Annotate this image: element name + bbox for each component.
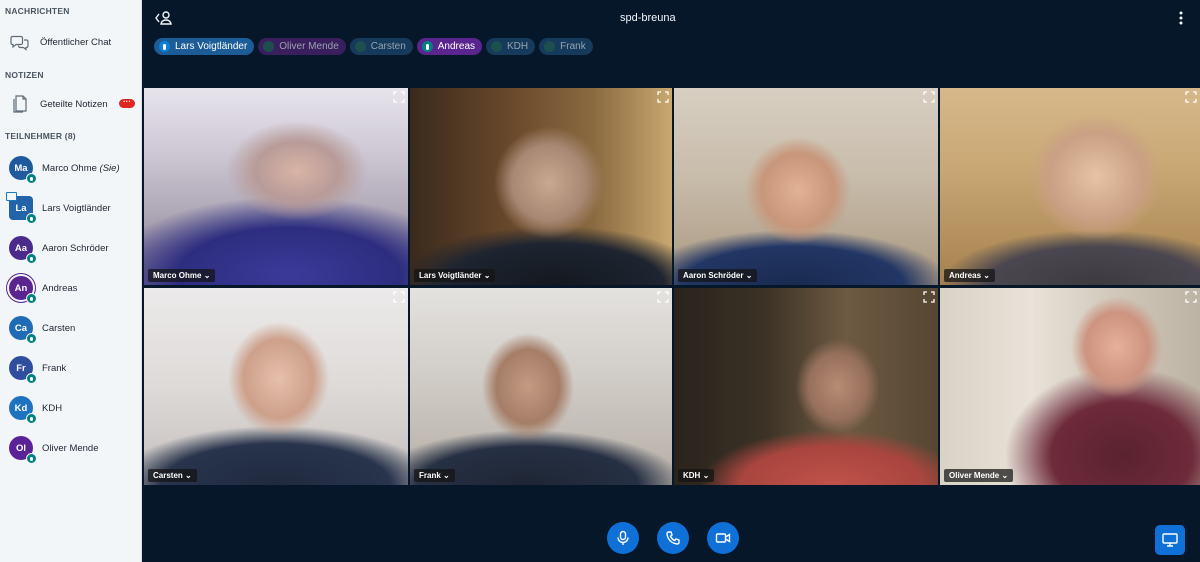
video-feed [940, 88, 1200, 285]
sidebar: NACHRICHTEN Öffentlicher Chat NOTIZEN Ge… [0, 0, 142, 562]
fullscreen-icon[interactable] [392, 290, 406, 304]
fullscreen-icon[interactable] [656, 290, 670, 304]
avatar: Kd [9, 396, 37, 424]
participant-name-tag: Oliver Mende ⌄ [944, 469, 1014, 482]
video-feed [410, 288, 672, 485]
microphone-icon [617, 530, 629, 545]
presentation-icon [1162, 533, 1178, 547]
microphone-icon [544, 41, 556, 52]
video-feed [410, 88, 672, 285]
video-tile[interactable]: Lars Voigtländer ⌄ [410, 88, 672, 285]
participant-name: Carsten [42, 322, 76, 334]
fullscreen-icon[interactable] [1184, 90, 1198, 104]
video-tile[interactable]: Andreas ⌄ [940, 88, 1200, 285]
participant-lars-voigtlaender[interactable]: La Lars Voigtländer [0, 190, 141, 226]
avatar: La [6, 192, 37, 224]
avatar: An [9, 276, 37, 304]
participant-name: Oliver Mende [42, 442, 99, 454]
notes-icon [9, 93, 31, 115]
talking-indicators: Lars Voigtländer Oliver Mende Carsten An… [154, 38, 593, 55]
fullscreen-icon[interactable] [1184, 290, 1198, 304]
camera-button[interactable] [707, 522, 739, 554]
messages-section-title: NACHRICHTEN [5, 6, 70, 16]
participant-marco-ohme[interactable]: Ma Marco Ohme (Sie) [0, 150, 141, 186]
fullscreen-icon[interactable] [922, 90, 936, 104]
microphone-icon [354, 41, 366, 52]
fullscreen-icon[interactable] [656, 90, 670, 104]
participant-frank[interactable]: Fr Frank [0, 350, 141, 386]
participant-aaron-schroeder[interactable]: Aa Aaron Schröder [0, 230, 141, 266]
chat-icon [9, 31, 31, 53]
unread-badge: ··· [119, 98, 135, 108]
video-feed [940, 288, 1200, 485]
video-tile[interactable]: Aaron Schröder ⌄ [674, 88, 938, 285]
participant-kdh[interactable]: Kd KDH [0, 390, 141, 426]
participant-name: Lars Voigtländer [42, 202, 111, 214]
microphone-icon [26, 293, 37, 304]
notes-section-title: NOTIZEN [5, 70, 44, 80]
video-feed [674, 288, 938, 485]
video-tile[interactable]: Oliver Mende ⌄ [940, 288, 1200, 485]
microphone-icon [26, 173, 37, 184]
participant-oliver-mende[interactable]: Ol Oliver Mende [0, 430, 141, 466]
fullscreen-icon[interactable] [392, 90, 406, 104]
microphone-icon [26, 333, 37, 344]
talker-pill[interactable]: KDH [486, 38, 536, 55]
talker-pill[interactable]: Oliver Mende [258, 38, 346, 55]
participant-name: Marco Ohme (Sie) [42, 162, 120, 174]
participant-name-tag: Marco Ohme ⌄ [148, 269, 216, 282]
avatar: Ca [9, 316, 37, 344]
video-feed [674, 88, 938, 285]
phone-icon [666, 531, 680, 545]
presentation-button[interactable] [1155, 525, 1185, 555]
participant-name-tag: Lars Voigtländer ⌄ [414, 269, 496, 282]
talker-pill[interactable]: Frank [539, 38, 593, 55]
participant-name-tag: Carsten ⌄ [148, 469, 197, 482]
microphone-icon [159, 41, 170, 52]
talker-pill[interactable]: Andreas [416, 38, 483, 55]
shared-notes-label: Geteilte Notizen [40, 98, 108, 110]
participant-name-tag: Aaron Schröder ⌄ [678, 269, 758, 282]
microphone-icon [26, 213, 37, 224]
avatar: Aa [9, 236, 37, 264]
microphone-icon [26, 453, 37, 464]
video-feed [144, 88, 408, 285]
microphone-icon [26, 373, 37, 384]
talker-pill[interactable]: Carsten [349, 38, 413, 55]
talker-pill[interactable]: Lars Voigtländer [154, 38, 255, 55]
participant-name: Frank [42, 362, 67, 374]
participant-name-tag: Frank ⌄ [414, 469, 455, 482]
video-tile[interactable]: KDH ⌄ [674, 288, 938, 485]
microphone-icon [26, 253, 37, 264]
video-feed [144, 288, 408, 485]
meeting-title: spd-breuna [620, 12, 676, 24]
leave-user-icon[interactable] [154, 9, 174, 27]
participant-name-tag: Andreas ⌄ [944, 269, 995, 282]
public-chat-item[interactable]: Öffentlicher Chat [0, 25, 141, 59]
microphone-icon [263, 41, 275, 52]
participants-section-title: TEILNEHMER (8) [5, 131, 76, 141]
participant-carsten[interactable]: Ca Carsten [0, 310, 141, 346]
avatar: Ma [9, 156, 37, 184]
camera-icon [715, 533, 731, 543]
participant-name: Aaron Schröder [42, 242, 109, 254]
microphone-button[interactable] [607, 522, 639, 554]
avatar: Ol [9, 436, 37, 464]
avatar: Fr [9, 356, 37, 384]
participant-name: KDH [42, 402, 63, 414]
video-tile[interactable]: Marco Ohme ⌄ [144, 88, 408, 285]
participant-name-tag: KDH ⌄ [678, 469, 715, 482]
fullscreen-icon[interactable] [922, 290, 936, 304]
public-chat-label: Öffentlicher Chat [40, 36, 112, 48]
microphone-icon [491, 41, 503, 52]
participant-name: Andreas [42, 282, 78, 294]
participant-andreas[interactable]: An Andreas [0, 270, 141, 306]
microphone-icon [421, 41, 433, 52]
microphone-icon [26, 413, 37, 424]
more-vertical-icon[interactable] [1177, 10, 1185, 26]
shared-notes-item[interactable]: Geteilte Notizen ··· [0, 87, 141, 121]
phone-button[interactable] [657, 522, 689, 554]
video-tile[interactable]: Frank ⌄ [410, 288, 672, 485]
video-tile[interactable]: Carsten ⌄ [144, 288, 408, 485]
